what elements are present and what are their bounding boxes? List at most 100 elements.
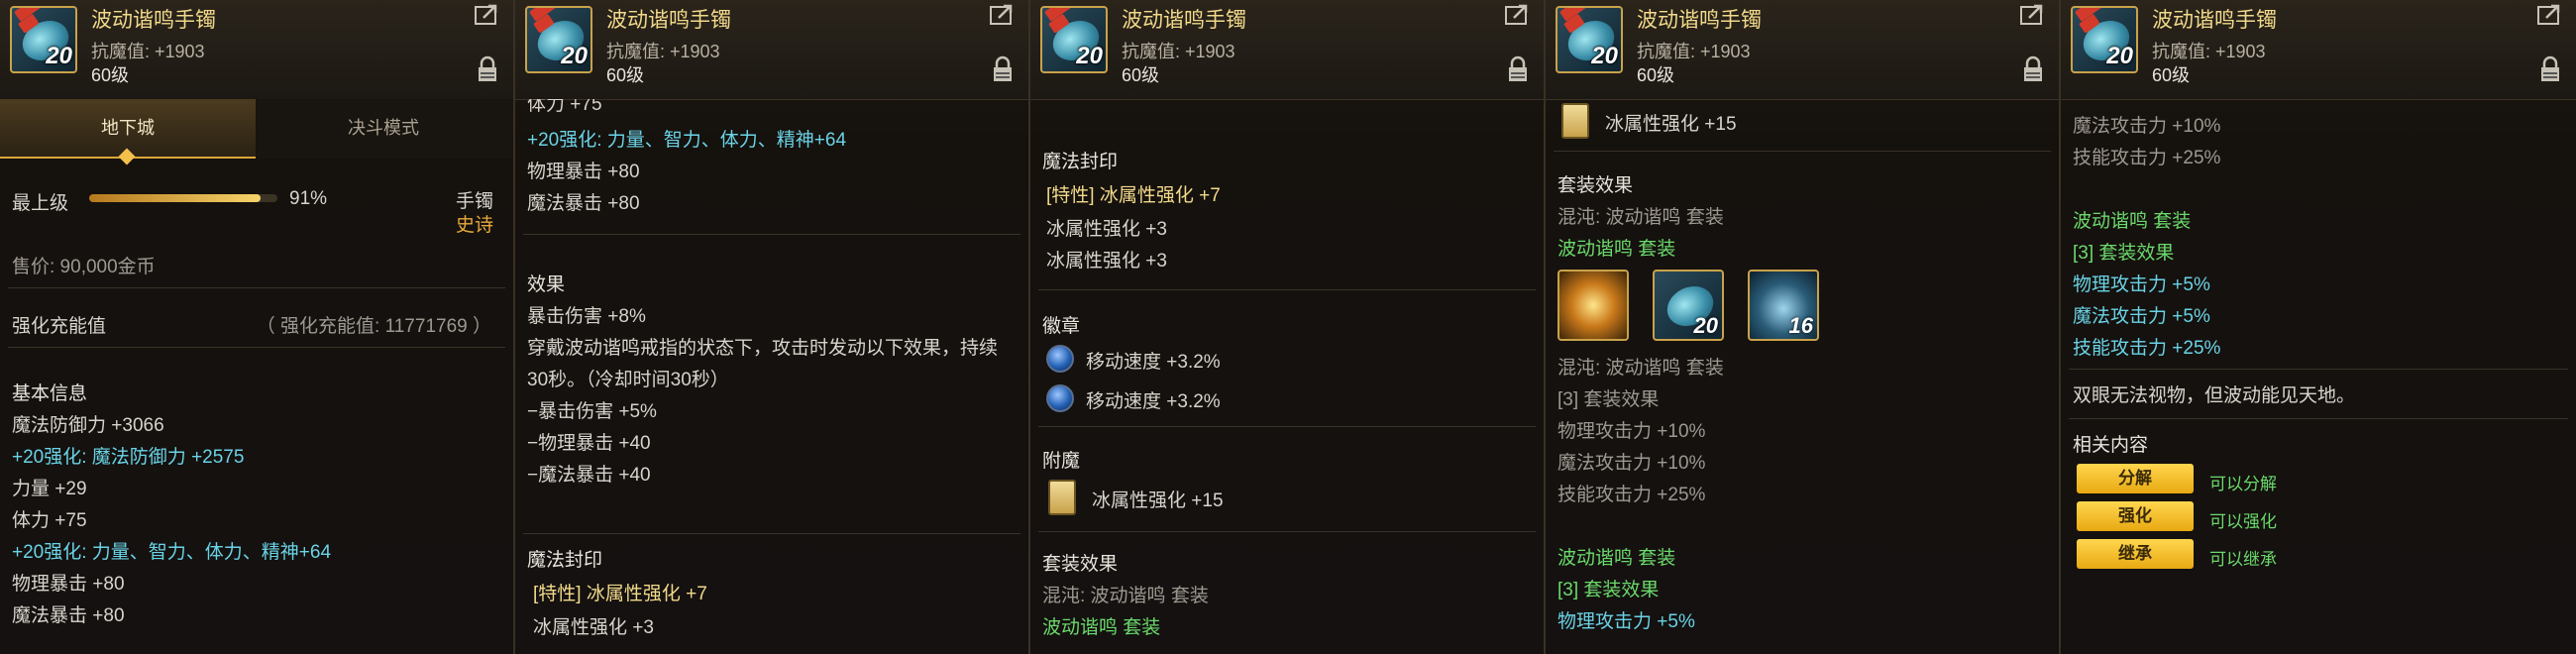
bracelet-item-icon[interactable]: 20: [1556, 6, 1623, 73]
lock-icon[interactable]: [2021, 55, 2045, 83]
ring-item-icon[interactable]: [1557, 270, 1629, 341]
lock-icon[interactable]: [1506, 55, 1530, 83]
item-header: 20 波动谐鸣手镯 抗魔值: +1903 60级: [515, 0, 1028, 100]
seal-title: 魔法封印: [1042, 152, 1119, 172]
item-icon-level: 20: [46, 43, 72, 69]
magic-resist: 抗魔值: +1903: [2152, 42, 2266, 61]
set-name: 波动谐鸣 套装: [1557, 239, 1676, 260]
set-bonus-line: 物理攻击力 +5%: [2073, 274, 2210, 295]
item-level: 60级: [606, 65, 645, 85]
set-bonus-line: 魔法攻击力 +10%: [1557, 453, 1706, 474]
bracelet-item-icon[interactable]: 20: [10, 6, 77, 73]
effect-title: 效果: [527, 274, 566, 295]
set-bonus-title: [3] 套装效果: [2073, 243, 2175, 264]
enchant-card-icon[interactable]: [1561, 103, 1589, 139]
enchant-line: 冰属性强化 +15: [1605, 114, 1737, 135]
item-header: 20 波动谐鸣手镯 抗魔值: +1903 60级: [0, 0, 513, 100]
set-effect-title: 套装效果: [1042, 554, 1119, 575]
stat-line: 物理暴击 +80: [527, 162, 640, 182]
set-name: 波动谐鸣 套装: [1042, 617, 1161, 638]
item-level: 60级: [91, 65, 130, 85]
seal-title: 魔法封印: [527, 550, 603, 571]
enchant-line: 冰属性强化 +15: [1092, 490, 1224, 511]
disassemble-note: 可以分解: [2209, 475, 2277, 493]
charge-label: 强化充能值: [12, 316, 107, 337]
blue-emblem-icon[interactable]: [1046, 384, 1074, 412]
inherit-note: 可以继承: [2209, 550, 2277, 569]
share-icon[interactable]: [2019, 4, 2045, 26]
item-header: 20 波动谐鸣手镯 抗魔值: +1903 60级: [1546, 0, 2059, 100]
blue-emblem-icon[interactable]: [1046, 345, 1074, 373]
stat-line: +20强化: 力量、智力、体力、精神+64: [12, 542, 332, 563]
item-level: 60级: [1637, 65, 1675, 85]
tooltip-panel-4: 20 波动谐鸣手镯 抗魔值: +1903 60级 冰属性强化 +15 套装效果 …: [1546, 0, 2061, 654]
sell-price: 售价: 90,000金币: [12, 257, 156, 277]
related-content-title: 相关内容: [2073, 435, 2149, 456]
magic-resist: 抗魔值: +1903: [606, 42, 720, 61]
seal-line: 冰属性强化 +3: [533, 617, 654, 638]
item-icon-level: 20: [1076, 43, 1103, 69]
bracelet-item-icon[interactable]: 20: [1040, 6, 1108, 73]
set-subtitle: 混沌: 波动谐鸣 套装: [1557, 207, 1724, 228]
share-icon[interactable]: [1504, 4, 1530, 26]
necklace-item-icon[interactable]: 16: [1748, 270, 1819, 341]
inherit-button[interactable]: 继承: [2077, 539, 2194, 569]
bracelet-item-icon[interactable]: 20: [2071, 6, 2138, 73]
effect-line: 30秒。（冷却时间30秒）: [527, 370, 729, 390]
seal-line: [特性] 冰属性强化 +7: [533, 584, 707, 604]
set-bonus-line: 技能攻击力 +25%: [2073, 148, 2221, 168]
charge-value: （ 强化充能值: 11771769 ）: [256, 316, 491, 337]
set-name: 波动谐鸣 套装: [1557, 548, 1676, 569]
tab-pvp[interactable]: 决斗模式: [256, 99, 511, 157]
stat-line: 体力 +75: [12, 510, 87, 531]
stat-line: 魔法防御力 +3066: [12, 415, 164, 436]
bracelet-item-icon[interactable]: 20: [525, 6, 592, 73]
item-header: 20 波动谐鸣手镯 抗魔值: +1903 60级: [2061, 0, 2576, 100]
emblem-line: 移动速度 +3.2%: [1086, 391, 1221, 412]
set-bonus-title: [3] 套装效果: [1557, 389, 1660, 410]
magic-resist: 抗魔值: +1903: [91, 42, 205, 61]
lock-icon[interactable]: [991, 55, 1015, 83]
stat-line: 魔法暴击 +80: [527, 193, 640, 214]
disassemble-button[interactable]: 分解: [2077, 464, 2194, 493]
set-item-icons: 20 16: [1557, 270, 1835, 345]
set-name: 波动谐鸣 套装: [2073, 211, 2192, 232]
seal-line: [特性] 冰属性强化 +7: [1046, 185, 1221, 206]
set-subtitle: 混沌: 波动谐鸣 套装: [1557, 358, 1724, 379]
enchant-card-icon[interactable]: [1048, 480, 1076, 515]
item-icon-level: 20: [561, 43, 588, 69]
item-level: 60级: [1122, 65, 1160, 85]
share-icon[interactable]: [989, 4, 1015, 26]
effect-line: −物理暴击 +40: [527, 433, 651, 454]
enchant-title: 附魔: [1042, 451, 1081, 472]
set-icon-level: 16: [1788, 313, 1813, 338]
magic-resist: 抗魔值: +1903: [1637, 42, 1751, 61]
share-icon[interactable]: [474, 4, 499, 26]
flavor-text: 双眼无法视物，但波动能见天地。: [2073, 385, 2356, 406]
set-bonus-line: 技能攻击力 +25%: [2073, 338, 2221, 359]
effect-line: −魔法暴击 +40: [527, 465, 651, 486]
effect-line: 穿戴波动谐鸣戒指的状态下，攻击时发动以下效果，持续: [527, 338, 999, 359]
lock-icon[interactable]: [476, 55, 499, 83]
share-icon[interactable]: [2536, 4, 2562, 26]
set-bonus-line: 物理攻击力 +5%: [1557, 611, 1695, 632]
enhance-button[interactable]: 强化: [2077, 501, 2194, 531]
seal-line: 冰属性强化 +3: [1046, 219, 1167, 240]
rarity: 史诗: [455, 215, 493, 236]
bracelet-item-icon[interactable]: 20: [1653, 270, 1724, 341]
magic-resist: 抗魔值: +1903: [1122, 42, 1235, 61]
mode-tabs: 地下城 决斗模式: [0, 99, 513, 165]
tooltip-panel-3: 20 波动谐鸣手镯 抗魔值: +1903 60级 魔法封印 [特性] 冰属性强化…: [1030, 0, 1546, 654]
item-icon-level: 20: [1591, 43, 1618, 69]
seal-line: 冰属性强化 +3: [1046, 251, 1167, 272]
effect-line: −暴击伤害 +5%: [527, 401, 657, 422]
emblem-title: 徽章: [1042, 316, 1081, 337]
grade-label: 最上级: [12, 193, 69, 214]
slot-type: 手镯: [455, 191, 493, 212]
item-name: 波动谐鸣手镯: [1637, 9, 1762, 32]
stat-line: 物理暴击 +80: [12, 574, 125, 595]
item-level: 60级: [2152, 65, 2191, 85]
set-bonus-line: 魔法攻击力 +10%: [2073, 116, 2221, 137]
lock-icon[interactable]: [2538, 55, 2562, 83]
effect-line: 暴击伤害 +8%: [527, 306, 646, 327]
